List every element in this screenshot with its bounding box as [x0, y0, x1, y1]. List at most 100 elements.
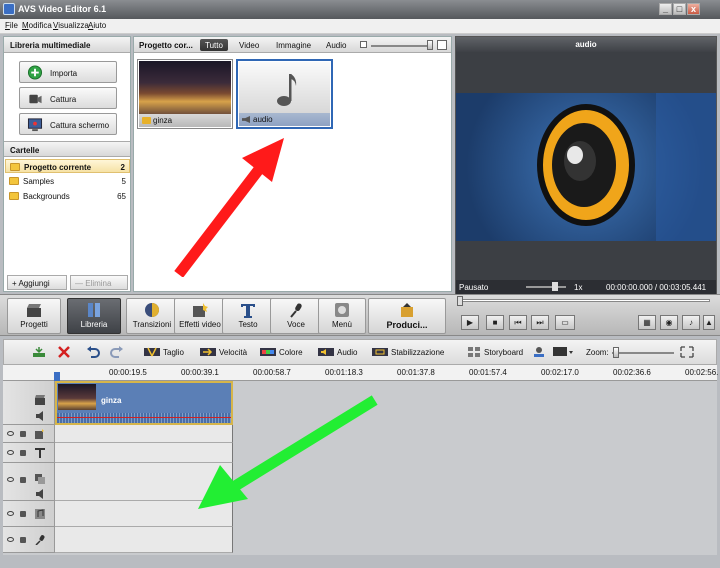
folder-current-project[interactable]: Progetto corrente 2: [5, 159, 130, 173]
speaker-icon: [242, 116, 250, 123]
apply-to-all-icon[interactable]: [32, 346, 46, 358]
tab-video[interactable]: Video: [234, 39, 264, 51]
effects-track-icon: [35, 429, 44, 439]
small-thumb-icon[interactable]: [360, 41, 367, 48]
toolbar-menu[interactable]: Menù: [318, 298, 366, 334]
zoom-handle[interactable]: [613, 347, 619, 358]
lock-icon[interactable]: [20, 511, 26, 517]
menu-modifica[interactable]: Modifica: [22, 21, 52, 30]
track-speaker-icon[interactable]: [35, 489, 45, 499]
import-button[interactable]: Importa: [19, 61, 117, 83]
fit-timeline-icon[interactable]: [680, 346, 694, 358]
menu-aiuto[interactable]: Aiuto: [88, 21, 106, 30]
eye-icon[interactable]: [7, 431, 14, 436]
menu-file[interactable]: File: [5, 21, 18, 30]
seek-handle[interactable]: [457, 296, 463, 306]
eye-icon[interactable]: [7, 537, 14, 542]
close-button[interactable]: x: [687, 3, 700, 15]
tab-audio[interactable]: Audio: [321, 39, 351, 51]
storyboard-icon[interactable]: [467, 346, 481, 358]
toolbar-label: Produci...: [386, 320, 428, 330]
audio-tool-icon[interactable]: [318, 346, 334, 358]
playhead[interactable]: [54, 372, 60, 381]
stabilization-icon[interactable]: [372, 346, 388, 358]
timeline-ruler[interactable]: 00:00:19.5 00:00:39.1 00:00:58.7 00:01:1…: [3, 365, 718, 381]
toolbar-progetti[interactable]: Progetti: [7, 298, 61, 334]
undo-icon[interactable]: [86, 346, 100, 358]
previous-frame-button[interactable]: ⏮: [509, 315, 527, 330]
speed-handle[interactable]: [552, 282, 558, 291]
trim-icon[interactable]: [144, 346, 160, 358]
toolbar-libreria[interactable]: Libreria: [67, 298, 121, 334]
produce-icon: [401, 303, 413, 317]
transition-icon: [145, 303, 159, 317]
lock-icon[interactable]: [20, 537, 26, 543]
play-button[interactable]: ▶: [461, 315, 479, 330]
folder-icon: [9, 192, 19, 200]
eye-icon[interactable]: [7, 450, 14, 455]
redo-icon[interactable]: [110, 346, 124, 358]
preview-status-bar: Pausato 1x 00:00:00.000 / 00:03:05.441: [456, 280, 716, 294]
media-item-ginza[interactable]: ginza: [137, 59, 233, 129]
record-voice-icon[interactable]: [532, 346, 546, 358]
speed-icon[interactable]: [200, 346, 216, 358]
green-arrow-annotation: [198, 395, 378, 509]
zoom-label: Zoom:: [586, 348, 609, 357]
toolbar-testo[interactable]: Testo: [222, 298, 274, 334]
library-header: Libreria multimediale: [4, 37, 130, 53]
tool-stabilizzazione[interactable]: Stabilizzazione: [391, 348, 444, 357]
maximize-button[interactable]: □: [673, 3, 686, 15]
tab-immagine[interactable]: Immagine: [271, 39, 316, 51]
audio-thumbnail: [239, 62, 330, 116]
folder-backgrounds[interactable]: Backgrounds 65: [5, 189, 130, 203]
next-frame-button[interactable]: ⏭: [531, 315, 549, 330]
toolbar-produci[interactable]: Produci...: [368, 298, 446, 334]
import-label: Importa: [50, 69, 78, 78]
storyboard-toggle[interactable]: Storyboard: [484, 348, 523, 357]
monitor-dropdown-icon[interactable]: [552, 346, 574, 358]
zoom-slider[interactable]: [612, 352, 674, 354]
toolbar-transizioni[interactable]: Transizioni: [126, 298, 178, 334]
fullscreen-button[interactable]: ▭: [555, 315, 575, 330]
tool-colore[interactable]: Colore: [279, 348, 303, 357]
timeline-toolbar: Taglio Velocità Colore Audio Stabilizzaz…: [3, 339, 717, 365]
delete-x-icon[interactable]: [57, 346, 71, 358]
stop-button[interactable]: ■: [486, 315, 504, 330]
eye-icon[interactable]: [7, 511, 14, 516]
ruler-tick: 00:00:19.5: [109, 368, 147, 377]
minimize-button[interactable]: _: [659, 3, 672, 15]
track-speaker-icon[interactable]: [35, 411, 45, 421]
lock-icon[interactable]: [20, 431, 26, 437]
microphone-track-icon: [35, 535, 45, 545]
seek-bar[interactable]: [460, 299, 710, 302]
tab-tutto[interactable]: Tutto: [200, 39, 228, 51]
tool-audio[interactable]: Audio: [337, 348, 357, 357]
thumb-size-slider[interactable]: [371, 45, 431, 47]
snapshot-button[interactable]: ◉: [660, 315, 678, 330]
aspect-button[interactable]: ▦: [638, 315, 656, 330]
volume-button[interactable]: ♪: [682, 315, 700, 330]
preview-screen: [456, 93, 716, 241]
color-icon[interactable]: [260, 346, 276, 358]
folder-samples[interactable]: Samples 5: [5, 174, 130, 188]
add-folder-button[interactable]: + Aggiungi: [7, 275, 67, 290]
volume-arrow-button[interactable]: ▲: [703, 315, 715, 330]
eye-icon[interactable]: [7, 477, 14, 482]
menu-visualizza[interactable]: Visualizza: [53, 21, 89, 30]
media-item-audio[interactable]: audio: [236, 59, 333, 129]
tool-velocita[interactable]: Velocità: [219, 348, 247, 357]
toolbar-voce[interactable]: Voce: [270, 298, 322, 334]
large-thumb-icon[interactable]: [437, 40, 447, 50]
delete-folder-button[interactable]: — Elimina: [70, 275, 128, 290]
lock-icon[interactable]: [20, 477, 26, 483]
screen-capture-button[interactable]: Cattura schermo: [19, 113, 117, 135]
slider-handle[interactable]: [427, 40, 433, 50]
tool-taglio[interactable]: Taglio: [163, 348, 184, 357]
speed-slider[interactable]: [526, 286, 566, 288]
voice-track-area[interactable]: [55, 527, 233, 553]
text-track-header: [3, 443, 55, 463]
capture-button[interactable]: Cattura: [19, 87, 117, 109]
toolbar-effetti-video[interactable]: Effetti video: [174, 298, 226, 334]
lock-icon[interactable]: [20, 450, 26, 456]
main-toolbar: Progetti Libreria Transizioni Effetti vi…: [0, 294, 720, 336]
